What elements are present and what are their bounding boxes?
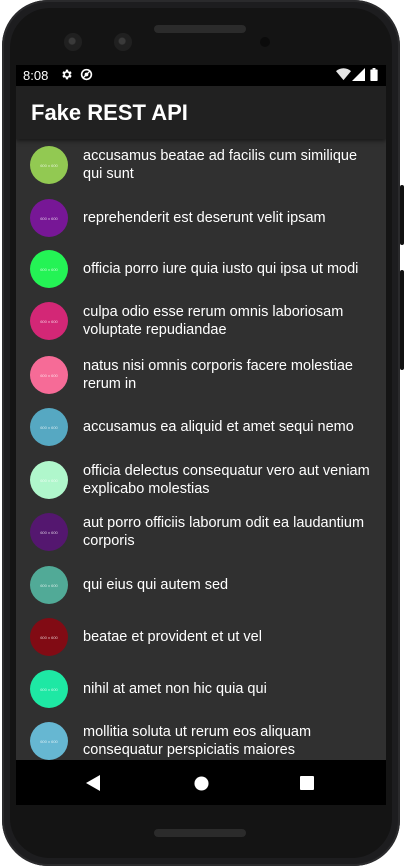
proximity-sensor: [260, 37, 270, 47]
earpiece-speaker: [154, 25, 246, 33]
settings-icon: [62, 69, 72, 80]
thumbnail-label: 600 x 600: [40, 529, 58, 535]
thumbnail-avatar: 600 x 600: [30, 461, 68, 499]
list-item-title: culpa odio esse rerum omnis laboriosam v…: [83, 304, 344, 338]
thumbnail-avatar: 600 x 600: [30, 670, 68, 708]
thumbnail-label: 600 x 600: [40, 215, 58, 221]
signal-icon: [352, 68, 365, 81]
thumbnail-label: 600 x 600: [40, 162, 58, 168]
back-button[interactable]: [78, 768, 108, 798]
sync-icon: [80, 68, 93, 81]
power-button: [400, 185, 404, 245]
list-item-title: mollitia soluta ut rerum eos aliquam con…: [83, 724, 312, 758]
thumbnail-avatar: 600 x 600: [30, 146, 68, 184]
thumbnail-avatar: 600 x 600: [30, 408, 68, 446]
thumbnail-label: 600 x 600: [40, 634, 58, 640]
bottom-speaker: [154, 829, 246, 837]
list-item-title: accusamus beatae ad facilis cum similiqu…: [83, 148, 358, 182]
thumbnail-label: 600 x 600: [40, 372, 58, 378]
list-item[interactable]: 600 x 600 aut porro officiis laborum odit…: [16, 506, 386, 558]
wifi-icon: [336, 68, 351, 81]
list-item-title: nihil at amet non hic quia qui: [83, 681, 267, 697]
thumbnail-label: 600 x 600: [40, 318, 58, 324]
home-icon: [193, 775, 209, 791]
list-item-title: beatae et provident et ut vel: [83, 629, 262, 645]
thumbnail-label: 600 x 600: [40, 738, 58, 744]
thumbnail-avatar: 600 x 600: [30, 250, 68, 288]
page-title: Fake REST API: [31, 100, 188, 125]
list-item[interactable]: 600 x 600 qui eius qui autem sed: [16, 559, 386, 611]
thumbnail-avatar: 600 x 600: [30, 722, 68, 760]
list-item[interactable]: 600 x 600 beatae et provident et ut vel: [16, 611, 386, 663]
photo-list[interactable]: 600 x 600 accusamus beatae ad facilis cum…: [16, 139, 386, 760]
list-item[interactable]: 600 x 600 reprehenderit est deserunt veli…: [16, 192, 386, 244]
thumbnail-label: 600 x 600: [40, 266, 58, 272]
list-item[interactable]: 600 x 600 accusamus ea aliquid et amet se…: [16, 401, 386, 453]
status-time: 8:08: [23, 68, 49, 83]
list-item[interactable]: 600 x 600 nihil at amet non hic quia qui: [16, 663, 386, 715]
thumbnail-avatar: 600 x 600: [30, 199, 68, 237]
thumbnail-avatar: 600 x 600: [30, 513, 68, 551]
list-item[interactable]: 600 x 600 culpa odio esse rerum omnis lab…: [16, 295, 386, 347]
volume-button: [400, 270, 404, 370]
thumbnail-label: 600 x 600: [40, 477, 58, 483]
navigation-bar: [16, 760, 386, 805]
list-item-title: officia porro iure quia iusto qui ipsa u…: [83, 261, 359, 277]
list-item[interactable]: 600 x 600 officia delectus consequatur ve…: [16, 454, 386, 506]
recents-icon: [300, 776, 314, 790]
list-item[interactable]: 600 x 600 officia porro iure quia iusto q…: [16, 243, 386, 295]
list-item[interactable]: 600 x 600 accusamus beatae ad facilis cum…: [16, 139, 386, 191]
list-item-title: accusamus ea aliquid et amet sequi nemo: [83, 419, 354, 435]
thumbnail-label: 600 x 600: [40, 424, 58, 430]
back-icon: [86, 775, 100, 791]
list-item[interactable]: 600 x 600 mollitia soluta ut rerum eos al…: [16, 715, 386, 760]
list-item-title: aut porro officiis laborum odit ea lauda…: [83, 515, 365, 549]
app-bar: Fake REST API: [16, 86, 386, 139]
list-item-title: natus nisi omnis corporis facere molesti…: [83, 358, 353, 392]
thumbnail-label: 600 x 600: [40, 582, 58, 588]
list-item-title: reprehenderit est deserunt velit ipsam: [83, 210, 326, 226]
thumbnail-avatar: 600 x 600: [30, 566, 68, 604]
front-camera-icon: [114, 33, 132, 51]
home-button[interactable]: [186, 768, 216, 798]
battery-icon: [370, 68, 378, 81]
screen: 8:08 Fake REST API 600 x 600 accusamus be…: [16, 65, 386, 805]
list-item[interactable]: 600 x 600 natus nisi omnis corporis facer…: [16, 349, 386, 401]
thumbnail-avatar: 600 x 600: [30, 618, 68, 656]
thumbnail-label: 600 x 600: [40, 686, 58, 692]
list-item-title: officia delectus consequatur vero aut ve…: [83, 463, 370, 497]
status-bar: 8:08: [16, 65, 386, 86]
thumbnail-avatar: 600 x 600: [30, 302, 68, 340]
thumbnail-avatar: 600 x 600: [30, 356, 68, 394]
front-camera-icon: [64, 33, 82, 51]
list-item-title: qui eius qui autem sed: [83, 577, 229, 593]
recents-button[interactable]: [292, 768, 322, 798]
